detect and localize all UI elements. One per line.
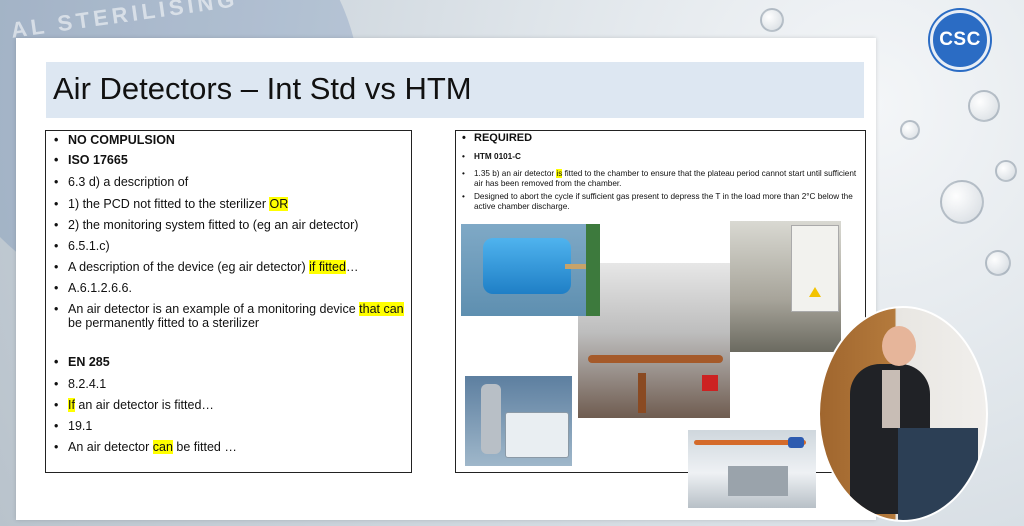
- bullet-item: 1.35 b) an air detector is fitted to the…: [462, 169, 859, 188]
- bullet-item: 6.5.1.c): [54, 239, 405, 253]
- right-content-box: REQUIRED HTM 0101-C 1.35 b) an air detec…: [455, 130, 866, 508]
- sterilizer-pipework-photo: [578, 263, 730, 418]
- highlight: that can: [359, 302, 404, 316]
- highlight: if fitted: [309, 260, 346, 274]
- water-droplet: [760, 8, 784, 32]
- highlight: can: [152, 440, 173, 454]
- bullet-item: EN 285: [54, 355, 405, 369]
- bullet-item: 6.3 d) a description of: [54, 175, 405, 189]
- highlight: If: [68, 398, 75, 412]
- bullet-item: Designed to abort the cycle if sufficien…: [462, 192, 859, 211]
- bullet-item: A.6.1.2.6.6.: [54, 281, 405, 295]
- bullet-item: HTM 0101-C: [462, 152, 859, 161]
- bullet-item: If an air detector is fitted…: [54, 398, 405, 412]
- bullet-item: A description of the device (eg air dete…: [54, 260, 405, 274]
- water-droplet: [995, 160, 1017, 182]
- slide-title: Air Detectors – Int Std vs HTM: [53, 71, 472, 106]
- bullet-item: ISO 17665: [54, 153, 405, 167]
- air-detector-cylinder-photo: [461, 224, 600, 316]
- water-droplet: [900, 120, 920, 140]
- slide-title-bar: Air Detectors – Int Std vs HTM: [46, 62, 864, 118]
- left-content-box: NO COMPULSION ISO 17665 6.3 d) a descrip…: [45, 130, 412, 473]
- bullet-item: 8.2.4.1: [54, 377, 405, 391]
- sterilizer-chamber-photo: [730, 221, 841, 352]
- bullet-item: 19.1: [54, 419, 405, 433]
- temperature-probe-photo: [688, 430, 816, 508]
- water-droplet: [985, 250, 1011, 276]
- bullet-item: 2) the monitoring system fitted to (eg a…: [54, 218, 405, 232]
- water-droplet: [940, 180, 984, 224]
- air-detector-device-photo: [465, 376, 572, 466]
- speaker-video-inset: [818, 306, 988, 522]
- highlight: OR: [269, 197, 289, 211]
- bullet-item: REQUIRED: [462, 132, 859, 144]
- water-droplet: [968, 90, 1000, 122]
- bullet-item: An air detector can be fitted …: [54, 440, 405, 454]
- csc-logo: CSC: [930, 10, 990, 70]
- logo-text: CSC: [939, 29, 981, 50]
- presentation-slide: Air Detectors – Int Std vs HTM NO COMPUL…: [16, 38, 876, 520]
- bullet-item: NO COMPULSION: [54, 133, 405, 147]
- bullet-item: An air detector is an example of a monit…: [54, 302, 405, 330]
- bullet-item: 1) the PCD not fitted to the sterilizer …: [54, 197, 405, 211]
